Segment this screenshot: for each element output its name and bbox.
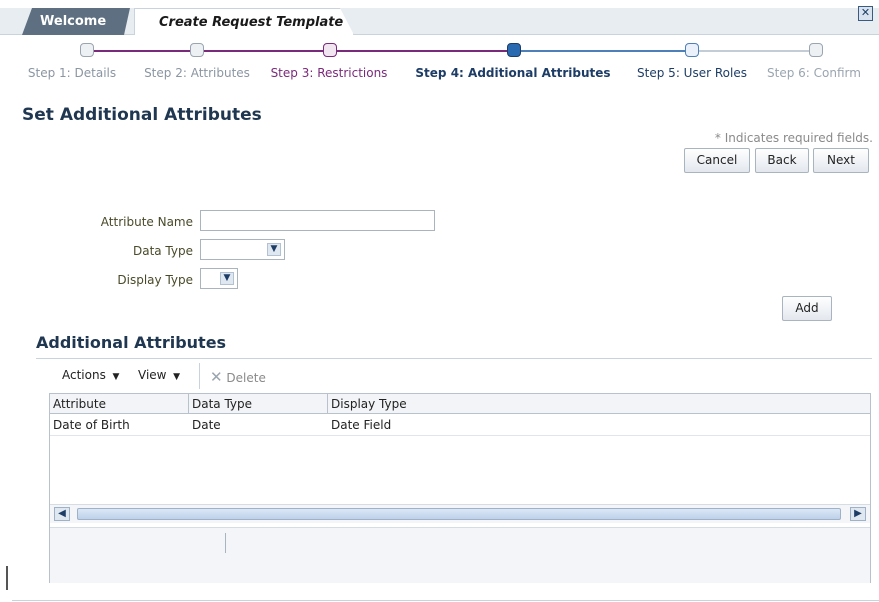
left-edge-marker: [6, 566, 8, 590]
delete-label: Delete: [226, 371, 266, 385]
data-type-select[interactable]: ▼: [200, 239, 285, 260]
back-button[interactable]: Back: [755, 148, 809, 173]
attributes-table: Attribute Data Type Display Type Date of…: [49, 393, 871, 583]
actions-menu[interactable]: Actions ▼: [62, 368, 119, 382]
caret-down-icon: ▼: [109, 372, 120, 382]
add-button[interactable]: Add: [782, 296, 832, 321]
tab-bar-background: [0, 8, 879, 35]
page-title: Set Additional Attributes: [22, 105, 262, 125]
step-5-label[interactable]: Step 5: User Roles: [637, 66, 747, 80]
horizontal-scrollbar[interactable]: ◀ ▶: [50, 504, 870, 523]
train-stop-5[interactable]: [685, 43, 699, 57]
close-icon[interactable]: ✕: [858, 6, 873, 21]
tab-welcome[interactable]: Welcome: [22, 8, 130, 35]
tab-create-request-template[interactable]: Create Request Template: [134, 8, 354, 35]
display-type-label: Display Type: [117, 273, 193, 287]
status-divider: [225, 533, 226, 553]
attribute-name-input[interactable]: [200, 210, 435, 231]
scroll-right-icon[interactable]: ▶: [850, 507, 866, 521]
column-header-display-type[interactable]: Display Type: [328, 394, 870, 414]
view-menu[interactable]: View ▼: [138, 368, 180, 382]
train-line-current: [514, 50, 692, 52]
train-stop-2[interactable]: [190, 43, 204, 57]
table-status-bar: [50, 527, 870, 583]
tab-bar: Welcome Create Request Template ✕: [0, 0, 879, 35]
train-stop-6[interactable]: [809, 43, 823, 57]
scroll-left-icon[interactable]: ◀: [54, 507, 70, 521]
actions-menu-label: Actions: [62, 368, 106, 382]
required-fields-note: * Indicates required fields.: [714, 131, 873, 145]
chevron-down-icon[interactable]: ▼: [220, 272, 234, 285]
train-line-visited: [88, 50, 514, 52]
chevron-down-icon[interactable]: ▼: [267, 243, 281, 256]
step-3-label[interactable]: Step 3: Restrictions: [271, 66, 388, 80]
caret-down-icon: ▼: [170, 372, 181, 382]
delete-button[interactable]: ✕ Delete: [210, 368, 266, 386]
view-menu-label: View: [138, 368, 167, 382]
train-stop-4[interactable]: [507, 43, 521, 57]
cell-display-type[interactable]: Date Field: [328, 415, 728, 435]
scroll-thumb[interactable]: [77, 508, 841, 520]
cell-data-type[interactable]: Date: [189, 415, 328, 435]
cancel-button[interactable]: Cancel: [684, 148, 750, 173]
train-stop-3[interactable]: [323, 43, 337, 57]
data-type-label: Data Type: [132, 244, 193, 258]
next-button[interactable]: Next: [813, 148, 869, 173]
table-row-divider: [50, 435, 870, 436]
step-4-label[interactable]: Step 4: Additional Attributes: [415, 66, 610, 80]
delete-x-icon: ✕: [210, 368, 223, 386]
section-divider: [36, 358, 872, 359]
column-header-data-type[interactable]: Data Type: [189, 394, 328, 414]
attribute-name-label: Attribute Name: [100, 215, 193, 229]
column-header-attribute[interactable]: Attribute: [50, 394, 189, 414]
step-6-label: Step 6: Confirm: [767, 66, 861, 80]
display-type-select[interactable]: ▼: [200, 268, 238, 289]
train-line-unvisited: [692, 50, 816, 52]
step-2-label[interactable]: Step 2: Attributes: [144, 66, 250, 80]
section-title: Additional Attributes: [36, 333, 227, 352]
step-train: Step 1: Details Step 2: Attributes Step …: [0, 36, 879, 96]
cell-attribute[interactable]: Date of Birth: [50, 415, 189, 435]
train-stop-1[interactable]: [80, 43, 94, 57]
bottom-divider: [12, 600, 879, 601]
toolbar-separator: [199, 363, 200, 389]
step-1-label[interactable]: Step 1: Details: [28, 66, 116, 80]
